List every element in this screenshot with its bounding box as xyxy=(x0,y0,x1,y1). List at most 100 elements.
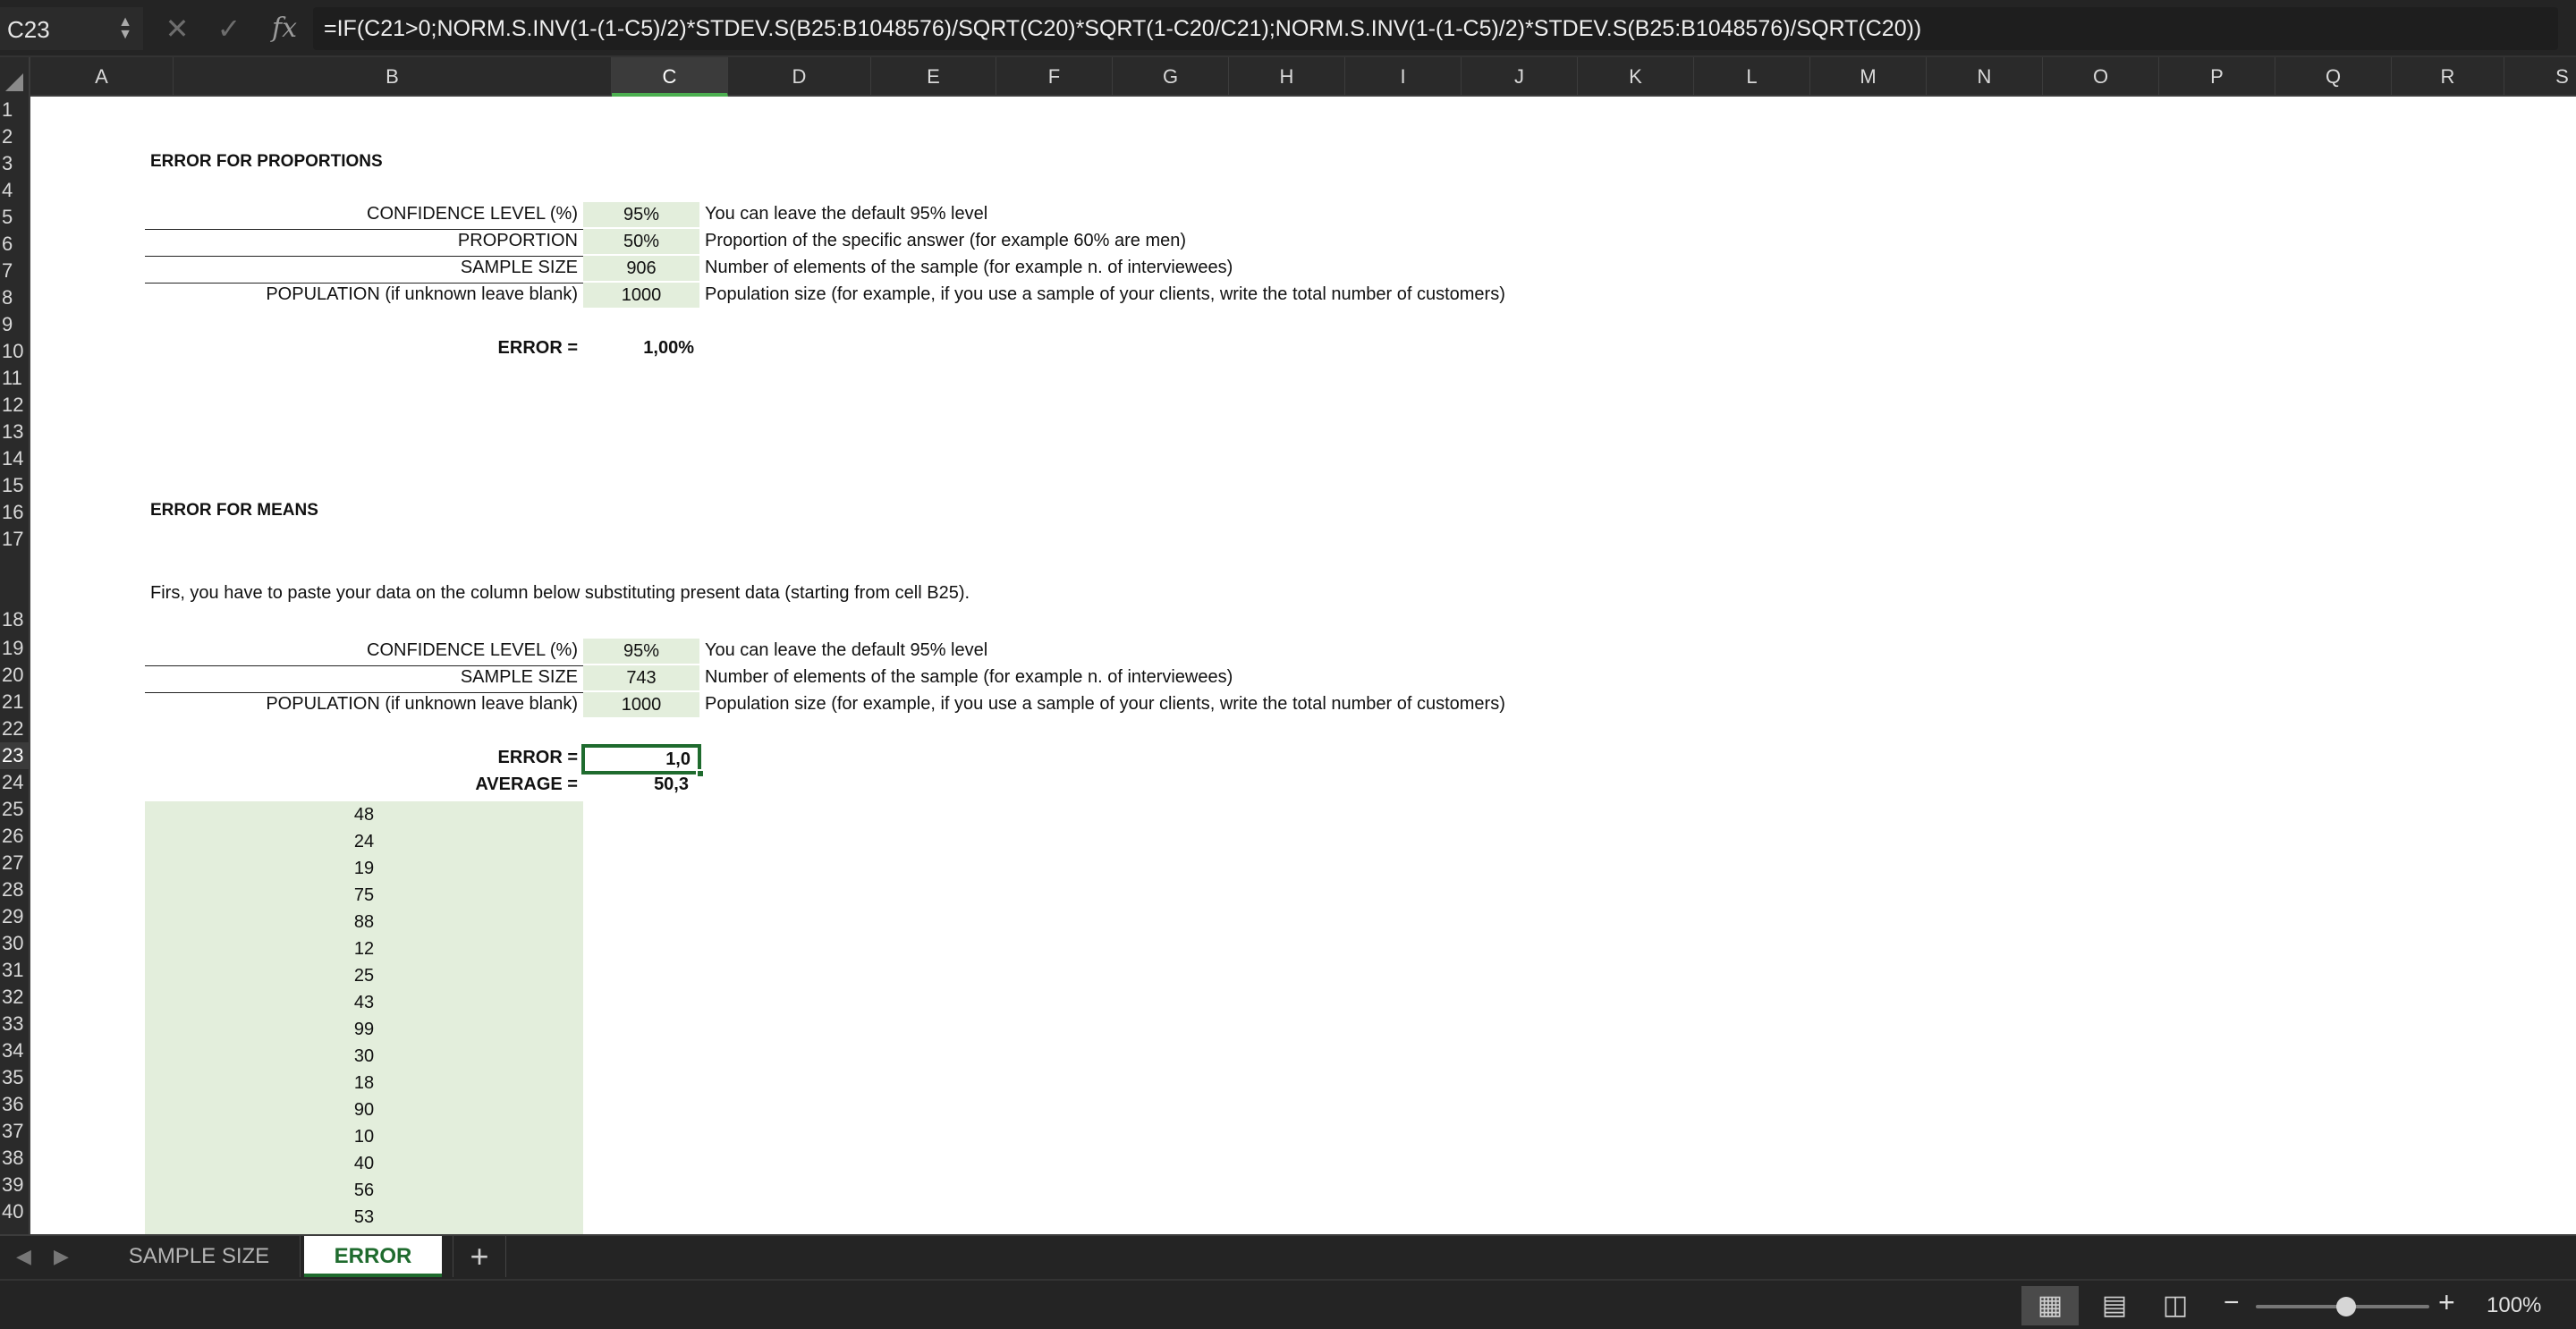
data-cell[interactable]: 12 xyxy=(145,939,583,960)
data-cell[interactable]: 10 xyxy=(145,1127,583,1147)
column-header-a[interactable]: A xyxy=(30,57,174,97)
selected-cell-c23[interactable]: 1,0 xyxy=(581,744,701,775)
name-box[interactable]: C23 ▲ ▼ xyxy=(0,7,143,50)
data-cell[interactable]: 53 xyxy=(145,1207,583,1228)
row-header-27[interactable]: 27 xyxy=(0,850,29,876)
column-header-s[interactable]: S xyxy=(2504,57,2576,97)
zoom-in-button[interactable]: + xyxy=(2438,1286,2455,1319)
confirm-formula-button[interactable]: ✓ xyxy=(211,11,247,47)
row-header-9[interactable]: 9 xyxy=(0,311,29,338)
normal-view-icon[interactable]: ▦ xyxy=(2021,1286,2079,1325)
row-header-28[interactable]: 28 xyxy=(0,876,29,903)
prop-confidence-input[interactable]: 95% xyxy=(583,202,699,227)
prop-sample-input[interactable]: 906 xyxy=(583,256,699,281)
data-cell[interactable]: 43 xyxy=(145,993,583,1013)
fill-handle[interactable] xyxy=(696,769,705,778)
column-header-q[interactable]: Q xyxy=(2275,57,2392,97)
row-header-29[interactable]: 29 xyxy=(0,903,29,930)
row-header-8[interactable]: 8 xyxy=(0,284,29,311)
row-header-38[interactable]: 38 xyxy=(0,1145,29,1172)
row-header-3[interactable]: 3 xyxy=(0,150,29,177)
zoom-out-button[interactable]: − xyxy=(2224,1288,2240,1318)
column-header-k[interactable]: K xyxy=(1578,57,1694,97)
means-confidence-input[interactable]: 95% xyxy=(583,639,699,664)
row-header-7[interactable]: 7 xyxy=(0,258,29,284)
column-header-r[interactable]: R xyxy=(2392,57,2504,97)
row-header-37[interactable]: 37 xyxy=(0,1118,29,1145)
tab-error[interactable]: ERROR xyxy=(304,1236,442,1277)
tab-prev-icon[interactable]: ◀ xyxy=(16,1245,31,1268)
row-header-30[interactable]: 30 xyxy=(0,930,29,957)
column-header-o[interactable]: O xyxy=(2043,57,2159,97)
page-layout-view-icon[interactable]: ▤ xyxy=(2086,1286,2143,1325)
row-header-18[interactable]: 18 xyxy=(0,553,29,635)
column-header-h[interactable]: H xyxy=(1229,57,1345,97)
row-header-24[interactable]: 24 xyxy=(0,769,29,796)
prop-proportion-input[interactable]: 50% xyxy=(583,229,699,254)
insert-function-icon[interactable]: fx xyxy=(267,11,302,47)
cancel-formula-button[interactable]: ✕ xyxy=(159,11,195,47)
data-cell[interactable]: 90 xyxy=(145,1100,583,1121)
data-cell[interactable]: 30 xyxy=(145,1046,583,1067)
data-cell[interactable]: 48 xyxy=(145,805,583,825)
row-header-5[interactable]: 5 xyxy=(0,204,29,231)
zoom-slider-thumb[interactable] xyxy=(2335,1297,2356,1316)
column-header-c[interactable]: C xyxy=(612,57,728,97)
data-cell[interactable]: 18 xyxy=(145,1073,583,1094)
column-header-n[interactable]: N xyxy=(1927,57,2043,97)
select-all-corner[interactable] xyxy=(0,57,30,97)
row-header-4[interactable]: 4 xyxy=(0,177,29,204)
means-population-input[interactable]: 1000 xyxy=(583,692,699,717)
data-cell[interactable]: 75 xyxy=(145,885,583,906)
row-header-15[interactable]: 15 xyxy=(0,472,29,499)
row-header-31[interactable]: 31 xyxy=(0,957,29,984)
row-header-11[interactable]: 11 xyxy=(0,365,29,392)
column-header-b[interactable]: B xyxy=(174,57,612,97)
data-cell[interactable]: 19 xyxy=(145,859,583,879)
data-cell[interactable]: 56 xyxy=(145,1181,583,1201)
row-header-35[interactable]: 35 xyxy=(0,1064,29,1091)
data-cell[interactable]: 24 xyxy=(145,832,583,852)
column-header-g[interactable]: G xyxy=(1113,57,1229,97)
row-header-39[interactable]: 39 xyxy=(0,1172,29,1198)
add-sheet-button[interactable]: + xyxy=(453,1236,506,1277)
formula-input[interactable]: =IF(C21>0;NORM.S.INV(1-(1-C5)/2)*STDEV.S… xyxy=(313,7,2558,50)
row-header-34[interactable]: 34 xyxy=(0,1037,29,1064)
page-break-view-icon[interactable]: ◫ xyxy=(2147,1286,2204,1325)
row-header-26[interactable]: 26 xyxy=(0,823,29,850)
row-header-20[interactable]: 20 xyxy=(0,662,29,689)
means-sample-input[interactable]: 743 xyxy=(583,665,699,690)
row-header-23[interactable]: 23 xyxy=(0,742,29,769)
row-header-22[interactable]: 22 xyxy=(0,715,29,742)
data-cell[interactable]: 25 xyxy=(145,966,583,986)
row-header-21[interactable]: 21 xyxy=(0,689,29,715)
prop-population-input[interactable]: 1000 xyxy=(583,283,699,308)
column-header-j[interactable]: J xyxy=(1462,57,1578,97)
column-header-e[interactable]: E xyxy=(871,57,996,97)
row-header-2[interactable]: 2 xyxy=(0,123,29,150)
column-header-d[interactable]: D xyxy=(728,57,871,97)
tab-sample-size[interactable]: SAMPLE SIZE xyxy=(98,1236,301,1277)
sheet-grid[interactable]: ERROR FOR PROPORTIONS CONFIDENCE LEVEL (… xyxy=(30,97,2576,1234)
data-cell[interactable]: 40 xyxy=(145,1154,583,1174)
data-cell[interactable]: 99 xyxy=(145,1020,583,1040)
row-header-36[interactable]: 36 xyxy=(0,1091,29,1118)
data-cell[interactable]: 88 xyxy=(145,912,583,933)
row-header-13[interactable]: 13 xyxy=(0,419,29,445)
column-header-f[interactable]: F xyxy=(996,57,1113,97)
tab-next-icon[interactable]: ▶ xyxy=(54,1245,69,1268)
row-header-19[interactable]: 19 xyxy=(0,635,29,662)
name-box-stepper-icon[interactable]: ▲ ▼ xyxy=(116,15,134,43)
row-header-17[interactable]: 17 xyxy=(0,526,29,553)
row-header-40[interactable]: 40 xyxy=(0,1198,29,1225)
row-header-1[interactable]: 1 xyxy=(0,97,29,123)
row-header-32[interactable]: 32 xyxy=(0,984,29,1011)
column-header-i[interactable]: I xyxy=(1345,57,1462,97)
row-header-14[interactable]: 14 xyxy=(0,445,29,472)
row-header-10[interactable]: 10 xyxy=(0,338,29,365)
row-header-6[interactable]: 6 xyxy=(0,231,29,258)
row-header-16[interactable]: 16 xyxy=(0,499,29,526)
row-header-12[interactable]: 12 xyxy=(0,392,29,419)
row-header-25[interactable]: 25 xyxy=(0,796,29,823)
row-header-33[interactable]: 33 xyxy=(0,1011,29,1037)
